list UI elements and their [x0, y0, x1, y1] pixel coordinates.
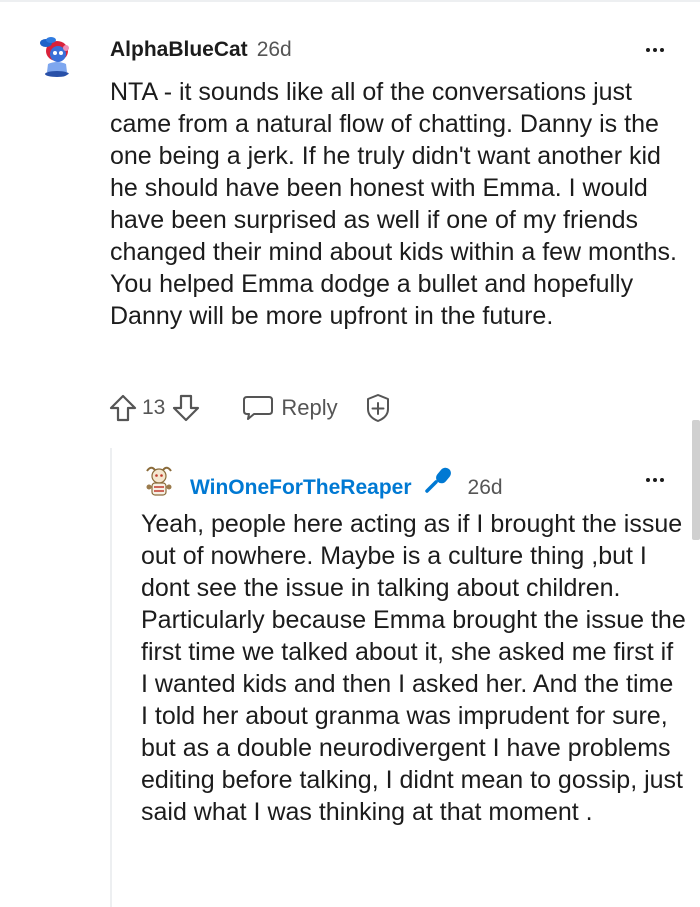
- microphone-icon: [424, 466, 454, 494]
- snoo-avatar-image: [40, 37, 69, 77]
- thread-line[interactable]: [110, 448, 112, 907]
- more-options-button[interactable]: [640, 40, 670, 60]
- snoo-avatar-image: [146, 466, 172, 496]
- ellipsis-dot: [660, 48, 664, 52]
- comment-text: Yeah, people here acting as if I brought…: [141, 510, 686, 826]
- comment-body: Yeah, people here acting as if I brought…: [141, 508, 686, 828]
- speech-bubble-icon: [241, 394, 275, 422]
- top-divider: [0, 0, 700, 2]
- comment-header: WinOneForTheReaper 26d: [190, 466, 503, 500]
- username[interactable]: WinOneForTheReaper: [190, 476, 412, 500]
- more-options-button[interactable]: [640, 470, 670, 490]
- reply-label: Reply: [281, 395, 338, 420]
- ellipsis-dot: [653, 478, 657, 482]
- downvote-arrow-icon[interactable]: [171, 392, 201, 424]
- avatar-alphabluecat[interactable]: [34, 34, 78, 78]
- ellipsis-dot: [653, 48, 657, 52]
- vote-score: 13: [142, 396, 166, 419]
- scrollbar-thumb[interactable]: [692, 420, 700, 540]
- upvote-arrow-icon[interactable]: [108, 392, 138, 424]
- comment-body: NTA - it sounds like all of the conversa…: [110, 76, 680, 332]
- comment-header: AlphaBlueCat 26d: [110, 38, 292, 62]
- avatar-winoneforthereaper[interactable]: [141, 463, 177, 499]
- comment-action-bar: 13 Reply: [108, 391, 394, 425]
- timestamp[interactable]: 26d: [468, 476, 503, 500]
- award-plus-icon[interactable]: [362, 392, 394, 424]
- ellipsis-dot: [660, 478, 664, 482]
- username[interactable]: AlphaBlueCat: [110, 38, 248, 62]
- timestamp[interactable]: 26d: [257, 38, 292, 62]
- reply-button[interactable]: Reply: [241, 394, 338, 422]
- ellipsis-icon: [646, 478, 650, 482]
- comment-text: NTA - it sounds like all of the conversa…: [110, 78, 677, 330]
- ellipsis-icon: [646, 48, 650, 52]
